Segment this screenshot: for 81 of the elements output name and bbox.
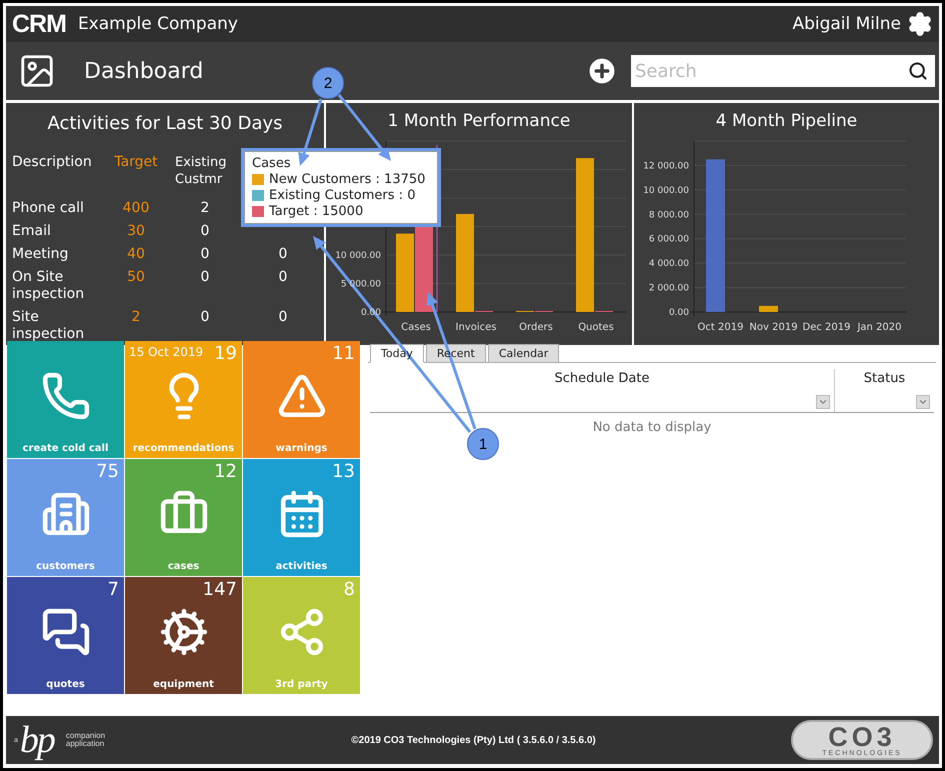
category-label: Cases — [401, 322, 431, 333]
column-header: Target — [114, 153, 158, 172]
empty-message: No data to display — [592, 420, 712, 435]
panel-title: Activities for Last 30 Days — [46, 113, 284, 134]
panel-title: 1 Month Performance — [386, 111, 572, 133]
caret-icon — [918, 397, 928, 407]
tile-count: 147 — [202, 579, 237, 600]
user-name[interactable]: Abigail Milne — [792, 14, 901, 34]
column-header: Status — [864, 371, 906, 388]
table-cell-text: 0 — [200, 308, 210, 327]
tick-label: 2 000.00 — [648, 284, 689, 294]
tile-date: 15 Oct 2019 — [129, 345, 204, 359]
filter-button[interactable] — [916, 395, 930, 409]
tile-count: 11 — [332, 343, 355, 364]
tick-label: 0.00 — [668, 308, 689, 318]
page-title: Dashboard — [84, 58, 204, 84]
table-cell-text: 0 — [200, 268, 210, 287]
table-cell-text: 0 — [278, 245, 288, 264]
column-header: Description — [12, 153, 92, 172]
filter-button[interactable] — [816, 395, 830, 409]
logo-text: CO3 — [828, 724, 896, 750]
caret-icon — [818, 397, 828, 407]
company-name: Example Company — [78, 14, 238, 34]
table-cell-text: Meeting — [12, 245, 68, 264]
tick-label: 12 000.00 — [643, 161, 689, 172]
search-icon[interactable] — [908, 61, 928, 81]
category-label: Dec 2019 — [802, 322, 850, 333]
category-label: Jan 2020 — [857, 322, 902, 333]
logo-text: companion — [66, 732, 106, 740]
logo-text: bp — [20, 721, 56, 759]
dashboard-tile[interactable]: 13 activities — [243, 459, 360, 576]
tile-count: 8 — [344, 579, 355, 600]
table-cell-text: 400 — [122, 199, 150, 218]
table-cell-text: 40 — [127, 245, 145, 264]
tick-label: 6 000.00 — [648, 234, 689, 245]
category-label: Orders — [519, 322, 553, 333]
logo: CRM — [12, 10, 66, 38]
tile-count: 19 — [214, 343, 237, 364]
gears-icon — [158, 607, 208, 657]
table-cell-text: Site inspection — [12, 308, 86, 344]
copyright-text: ©2019 CO3 Technologies (Pty) Ltd ( 3.5.6.0 / 3.5.6.0) — [351, 734, 596, 746]
table-cell-text: 50 — [127, 268, 145, 287]
tile-count: 12 — [214, 461, 237, 482]
tooltip-text: Existing Customers : 0 — [269, 188, 416, 203]
category-label: Oct 2019 — [698, 322, 744, 333]
tick-label: 10 000.00 — [335, 251, 381, 261]
speech-bubbles-icon — [40, 607, 90, 657]
tooltip-title: Cases — [252, 156, 292, 171]
tab[interactable]: Calendar — [488, 344, 560, 363]
table-cell-text: 0 — [200, 222, 210, 241]
table-cell-text: On Site inspection — [12, 268, 86, 304]
table-cell-text: 2 — [200, 199, 210, 218]
table-cell-text: Email — [12, 222, 51, 241]
dashboard-tile[interactable]: 147 equipment — [125, 577, 242, 694]
search-field[interactable]: Search — [631, 55, 935, 87]
table-cell-text: Phone call — [12, 199, 84, 218]
tooltip-text: Target : 15000 — [269, 204, 364, 219]
logo-text: application — [66, 740, 106, 748]
table-cell-text: 0 — [278, 308, 288, 327]
column-header: Existing Custmr — [175, 154, 228, 189]
category-label: Nov 2019 — [749, 322, 798, 333]
table-cell-text: 30 — [127, 222, 145, 241]
dashboard-tile[interactable]: create cold call — [7, 341, 124, 458]
category-label: Invoices — [456, 322, 496, 333]
tile-count: 75 — [96, 461, 119, 482]
category-label: Quotes — [578, 322, 614, 333]
tick-label: 8 000.00 — [648, 210, 689, 220]
table-cell-text: 0 — [200, 245, 210, 264]
tile-count: 7 — [108, 579, 119, 600]
table-cell-text: 0 — [278, 268, 288, 287]
tile-count: 13 — [332, 461, 355, 482]
table-cell-text: 2 — [132, 308, 140, 327]
bar[interactable] — [759, 306, 778, 312]
dashboard-tile[interactable]: 8 3rd party — [243, 577, 360, 694]
tick-label: 10 000.00 — [643, 186, 689, 196]
dashboard-tile[interactable]: 7 quotes — [7, 577, 124, 694]
callout-badge: 1 — [467, 428, 499, 460]
tick-label: 4 000.00 — [648, 259, 689, 270]
panel-title: 4 Month Pipeline — [714, 111, 858, 133]
column-header: Schedule Date — [554, 371, 650, 388]
phone-icon — [40, 371, 90, 421]
